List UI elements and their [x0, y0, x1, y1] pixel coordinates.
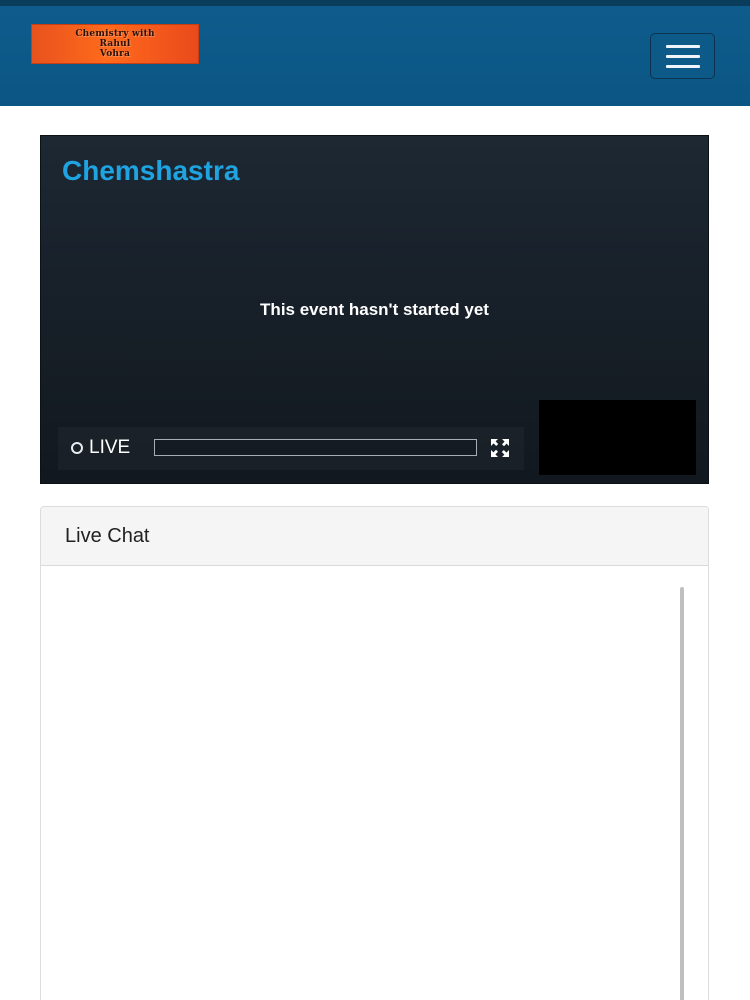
video-player[interactable]: Chemshastra This event hasn't started ye… — [40, 135, 709, 484]
live-label[interactable]: LIVE — [89, 437, 130, 459]
player-title[interactable]: Chemshastra — [62, 155, 239, 187]
menu-toggle-button[interactable] — [650, 33, 715, 79]
live-chat-title: Live Chat — [65, 524, 150, 547]
hamburger-icon-bar-3 — [665, 64, 700, 68]
logo-line-2: Rahul — [99, 39, 131, 49]
logo-line-3: Vohra — [99, 49, 131, 59]
top-navbar: Chemistry with Rahul Vohra — [0, 0, 750, 106]
live-chat-body[interactable] — [41, 566, 708, 1000]
logo-line-1: Chemistry with — [75, 29, 155, 39]
video-thumbnail[interactable] — [539, 400, 696, 475]
hamburger-icon-bar-2 — [665, 54, 700, 58]
hamburger-icon-bar-1 — [665, 44, 700, 48]
live-chat-header: Live Chat — [41, 507, 708, 566]
chat-scrollbar[interactable] — [680, 587, 684, 1000]
site-logo[interactable]: Chemistry with Rahul Vohra — [31, 24, 199, 64]
event-status-message: This event hasn't started yet — [260, 300, 489, 319]
progress-bar[interactable] — [154, 439, 477, 456]
circle-icon[interactable] — [71, 442, 83, 454]
live-chat-panel: Live Chat — [40, 506, 709, 1000]
fullscreen-icon[interactable] — [490, 438, 510, 458]
player-controls: LIVE — [58, 427, 524, 470]
